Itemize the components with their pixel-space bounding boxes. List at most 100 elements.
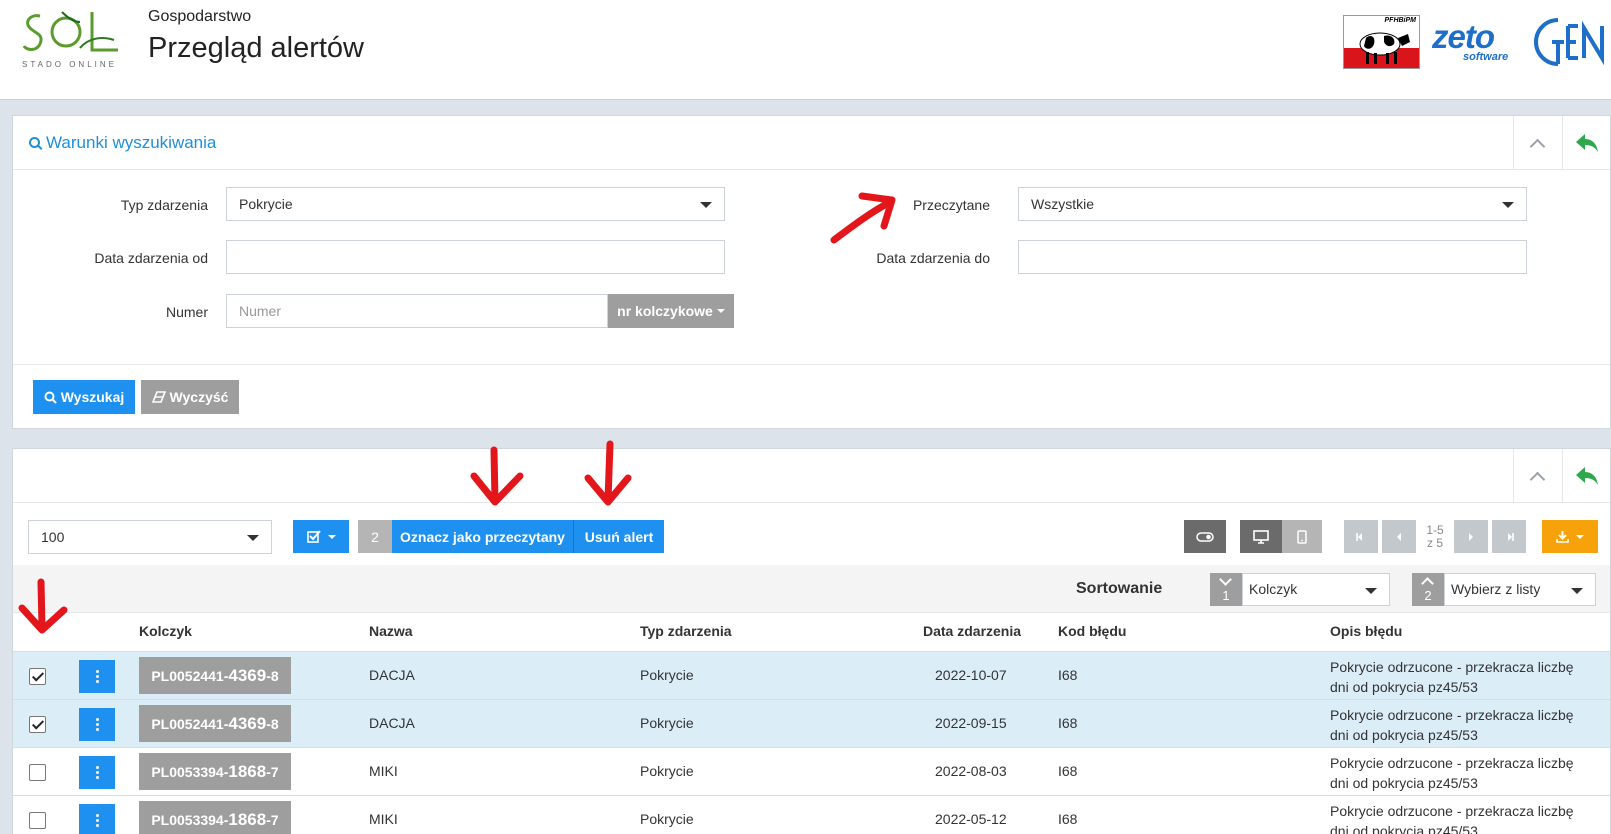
cell-error-code: I68 [1058,811,1078,827]
date-to-label: Data zdarzenia do [876,250,990,266]
row-checkbox[interactable] [29,812,46,829]
cell-name: MIKI [369,811,398,827]
results-panel-header [13,449,1610,503]
animal-tag[interactable]: PL0052441- 4369 -8 [139,657,291,694]
col-header-event-date[interactable]: Data zdarzenia [923,623,1021,639]
logo-subtitle: STADO ONLINE [22,60,117,69]
cell-error-desc: Pokrycie odrzucone - przekracza liczbę dn… [1330,659,1574,695]
row-actions-button[interactable] [79,660,115,693]
sort2-select[interactable]: Wybierz z listy [1444,573,1596,606]
checkbox-icon [306,530,321,543]
event-type-select[interactable]: Pokrycie [226,187,725,221]
table-row[interactable]: PL0052441- 4369 -8 DACJA Pokrycie 2022-09-… [13,699,1610,747]
date-to-input[interactable] [1018,240,1527,274]
sort1-direction-button[interactable]: 1 [1210,573,1242,606]
cell-event-date: 2022-09-15 [935,715,1007,731]
collapse-search-button[interactable] [1513,116,1561,170]
collapse-results-button[interactable] [1513,449,1561,503]
cell-event-type: Pokrycie [640,811,694,827]
table-row[interactable]: PL0053394- 1868 -7 MIKI Pokrycie 2022-08-0… [13,747,1610,795]
event-type-label: Typ zdarzenia [120,197,208,213]
table-row[interactable]: PL0052441- 4369 -8 DACJA Pokrycie 2022-10-… [13,651,1610,699]
app-header: STADO ONLINE Gospodarstwo Przegląd alert… [0,0,1611,100]
col-header-name[interactable]: Nazwa [369,623,413,639]
cell-name: DACJA [369,715,415,731]
number-input[interactable]: Numer [226,294,608,328]
delete-alert-button[interactable]: Usuń alert [574,520,664,553]
select-all-dropdown[interactable] [293,520,349,553]
toggle-view-button[interactable] [1184,520,1226,553]
mark-as-read-button[interactable]: Oznacz jako przeczytany [392,520,573,553]
date-from-label: Data zdarzenia od [94,250,208,266]
mobile-view-button[interactable] [1282,520,1322,553]
reply-arrow-icon [1575,134,1598,152]
mobile-icon [1297,529,1307,544]
desktop-view-button[interactable] [1240,520,1282,553]
row-checkbox[interactable] [29,764,46,781]
row-actions-button[interactable] [79,708,115,741]
row-actions-button[interactable] [79,756,115,789]
pager-info: 1-5 z 5 [1426,523,1444,550]
first-page-icon [1356,532,1362,541]
animal-tag[interactable]: PL0053394- 1868 -7 [139,753,291,790]
results-panel: 100 2 Oznacz jako przeczytany Usuń alert… [12,448,1611,834]
first-page-button[interactable] [1344,520,1378,553]
search-icon [29,137,40,148]
search-panel-header: Warunki wyszukiwania [13,116,1610,170]
sort1-select[interactable]: Kolczyk [1242,573,1390,606]
page-size-select[interactable]: 100 [28,520,272,554]
download-icon [1556,530,1569,543]
prev-page-icon [1397,532,1401,541]
cell-event-date: 2022-10-07 [935,667,1007,683]
selected-count-badge: 2 [358,520,392,553]
export-button[interactable] [1542,520,1598,553]
back-button[interactable] [1562,449,1610,503]
cell-error-code: I68 [1058,715,1078,731]
col-header-error-code[interactable]: Kod błędu [1058,623,1126,639]
cell-error-code: I68 [1058,667,1078,683]
cell-name: MIKI [369,763,398,779]
table-row[interactable]: PL0053394- 1868 -7 MIKI Pokrycie 2022-05-1… [13,795,1610,834]
clear-button[interactable]: Wyczyść [141,380,239,414]
cell-event-type: Pokrycie [640,667,694,683]
search-icon [44,391,57,404]
row-checkbox[interactable] [29,716,46,733]
row-checkbox[interactable] [29,668,46,685]
number-type-dropdown[interactable]: nr kolczykowe [608,294,734,328]
next-page-icon [1469,532,1473,541]
prev-page-button[interactable] [1382,520,1416,553]
next-page-button[interactable] [1454,520,1488,553]
date-from-input[interactable] [226,240,725,274]
read-select[interactable]: Wszystkie [1018,187,1527,221]
sort2-direction-button[interactable]: 2 [1412,573,1444,606]
animal-tag[interactable]: PL0052441- 4369 -8 [139,705,291,742]
col-header-error-desc[interactable]: Opis błędu [1330,623,1402,639]
last-page-button[interactable] [1492,520,1526,553]
desktop-icon [1253,529,1269,544]
animal-tag[interactable]: PL0053394- 1868 -7 [139,801,291,834]
chevron-up-icon [1529,138,1546,154]
number-label: Numer [165,304,208,320]
sort-label: Sortowanie [1076,580,1163,597]
farm-label[interactable]: Gospodarstwo [148,8,251,26]
cell-name: DACJA [369,667,415,683]
cell-event-date: 2022-05-12 [935,811,1007,827]
search-panel-title[interactable]: Warunki wyszukiwania [29,133,216,153]
col-header-tag[interactable]: Kolczyk [139,623,192,639]
row-actions-button[interactable] [79,804,115,834]
cell-event-type: Pokrycie [640,763,694,779]
cell-error-desc: Pokrycie odrzucone - przekracza liczbę dn… [1330,707,1574,743]
read-label: Przeczytane [912,197,990,213]
reply-arrow-icon [1575,467,1598,485]
last-page-icon [1508,532,1514,541]
search-button[interactable]: Wyszukaj [33,380,135,414]
cell-event-type: Pokrycie [640,715,694,731]
back-button[interactable] [1562,116,1610,170]
page-title: Przegląd alertów [148,32,364,64]
sort-bar: Sortowanie 1 Kolczyk 2 Wybierz z listy [13,565,1610,613]
cell-event-date: 2022-08-03 [935,763,1007,779]
search-panel: Warunki wyszukiwania Typ zdarzenia Pokry… [12,115,1611,429]
col-header-event-type[interactable]: Typ zdarzenia [640,623,732,639]
eraser-icon [151,391,166,403]
cell-error-desc: Pokrycie odrzucone - przekracza liczbę dn… [1330,755,1574,791]
